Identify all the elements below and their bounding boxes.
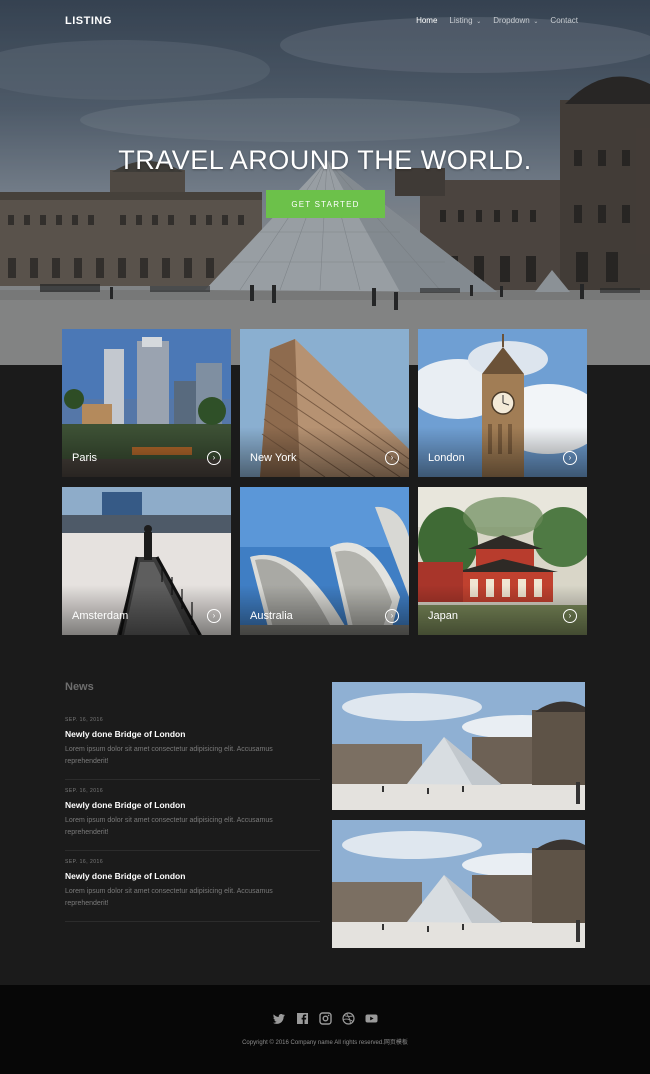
get-started-button[interactable]: GET STARTED — [266, 190, 385, 218]
chevron-down-icon: ⌄ — [531, 19, 539, 25]
hero-title: TRAVEL AROUND THE WORLD. — [118, 145, 532, 175]
nav-item-contact[interactable]: Contact — [550, 16, 578, 25]
arrow-right-icon: › — [207, 609, 221, 623]
main-nav: Home Listing ⌄ Dropdown ⌄ Contact — [416, 16, 578, 25]
destination-label: Australia — [250, 610, 293, 622]
twitter-icon[interactable] — [272, 1012, 286, 1025]
news-title-link[interactable]: Newly done Bridge of London — [65, 800, 320, 810]
nav-item-label: Dropdown — [493, 16, 530, 25]
chevron-down-icon: ⌄ — [474, 19, 482, 25]
news-photo[interactable] — [332, 682, 585, 810]
nav-item-home[interactable]: Home — [416, 16, 437, 25]
news-date: SEP. 16, 2016 — [65, 859, 104, 865]
destination-label: Paris — [72, 452, 98, 464]
arrow-right-icon: › — [385, 451, 399, 465]
news-item: SEP. 16, 2016 Newly done Bridge of Londo… — [65, 780, 320, 851]
destination-card-amsterdam[interactable]: Amsterdam › — [62, 487, 231, 635]
hero-section: LISTING Home Listing ⌄ Dropdown ⌄ Contac… — [0, 0, 650, 365]
nav-item-label: Listing — [449, 16, 473, 25]
news-excerpt: Lorem ipsum dolor sit amet consectetur a… — [65, 888, 273, 907]
news-photo[interactable] — [332, 820, 585, 948]
destinations-grid: Paris › New York › London › Amsterdam › … — [62, 329, 588, 636]
destination-card-new-york[interactable]: New York › — [240, 329, 409, 477]
destination-card-london[interactable]: London › — [418, 329, 587, 477]
destination-card-australia[interactable]: Australia › — [240, 487, 409, 635]
destination-card-paris[interactable]: Paris › — [62, 329, 231, 477]
news-excerpt: Lorem ipsum dolor sit amet consectetur a… — [65, 746, 273, 765]
facebook-icon[interactable] — [296, 1012, 309, 1025]
site-footer: Copyright © 2016 Company name All rights… — [0, 985, 650, 1074]
news-date: SEP. 16, 2016 — [65, 717, 104, 723]
destination-label: London — [428, 452, 465, 464]
dribbble-icon[interactable] — [341, 1012, 355, 1025]
copyright-text: Copyright © 2016 Company name All rights… — [242, 1040, 408, 1046]
news-item: SEP. 16, 2016 Newly done Bridge of Londo… — [65, 851, 320, 922]
destination-label: Amsterdam — [72, 610, 129, 622]
youtube-icon[interactable] — [365, 1012, 378, 1025]
news-title-link[interactable]: Newly done Bridge of London — [65, 871, 320, 881]
arrow-right-icon: › — [207, 451, 221, 465]
destination-label: New York — [250, 452, 297, 464]
nav-item-listing[interactable]: Listing ⌄ — [449, 16, 481, 25]
social-links — [0, 1012, 650, 1025]
nav-item-label: Contact — [550, 16, 578, 25]
nav-item-dropdown[interactable]: Dropdown ⌄ — [493, 16, 538, 25]
news-excerpt: Lorem ipsum dolor sit amet consectetur a… — [65, 817, 273, 836]
news-item: SEP. 16, 2016 Newly done Bridge of Londo… — [65, 709, 320, 780]
news-title-link[interactable]: Newly done Bridge of London — [65, 729, 320, 739]
arrow-right-icon: › — [385, 609, 399, 623]
arrow-right-icon: › — [563, 609, 577, 623]
louvre-photo — [332, 682, 585, 810]
destination-card-japan[interactable]: Japan › — [418, 487, 587, 635]
nav-item-label: Home — [416, 16, 438, 25]
louvre-photo — [332, 820, 585, 948]
instagram-icon[interactable] — [318, 1012, 332, 1025]
hero-overlay — [0, 0, 650, 365]
news-date: SEP. 16, 2016 — [65, 788, 104, 794]
news-list: SEP. 16, 2016 Newly done Bridge of Londo… — [65, 709, 320, 922]
navbar: LISTING Home Listing ⌄ Dropdown ⌄ Contac… — [0, 0, 650, 42]
arrow-right-icon: › — [563, 451, 577, 465]
site-logo[interactable]: LISTING — [65, 15, 112, 27]
news-heading: News — [65, 681, 94, 693]
destination-label: Japan — [428, 610, 458, 622]
